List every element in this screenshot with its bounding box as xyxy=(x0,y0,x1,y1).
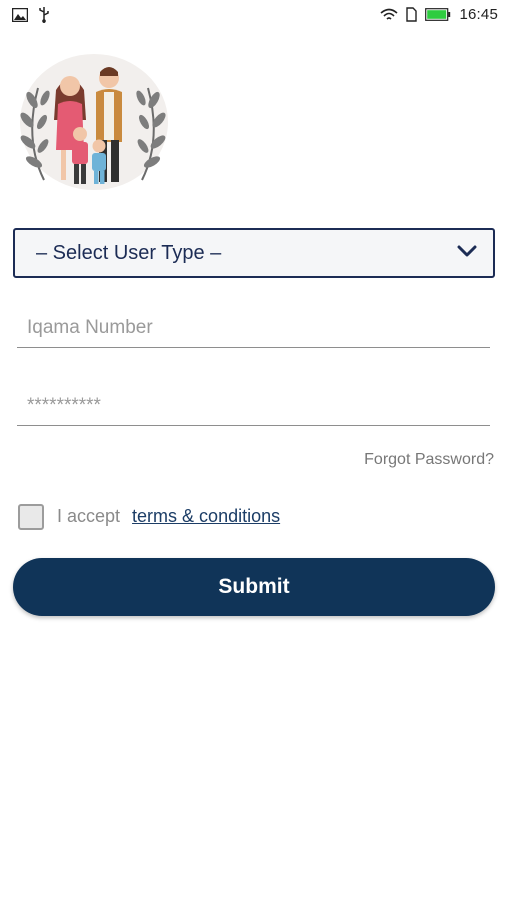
iqama-number-field-wrapper xyxy=(17,308,490,348)
terms-row: I accept terms & conditions xyxy=(18,503,280,530)
iqama-number-input[interactable] xyxy=(17,308,490,347)
status-right: 16:45 xyxy=(380,6,498,23)
submit-button[interactable]: Submit xyxy=(13,558,495,616)
sim-icon xyxy=(406,7,418,22)
family-illustration xyxy=(14,50,172,196)
status-left xyxy=(12,7,50,23)
status-time: 16:45 xyxy=(459,6,498,23)
password-input[interactable] xyxy=(17,386,490,425)
wifi-icon xyxy=(380,8,398,22)
terms-checkbox[interactable] xyxy=(18,503,44,530)
chevron-down-icon xyxy=(457,244,477,263)
image-icon xyxy=(12,8,28,22)
password-field-wrapper xyxy=(17,386,490,426)
accept-text: I accept xyxy=(57,506,121,526)
battery-icon xyxy=(425,8,451,21)
forgot-password-link[interactable]: Forgot Password? xyxy=(364,451,494,469)
terms-conditions-link[interactable]: terms & conditions xyxy=(132,506,280,527)
user-type-select[interactable]: – Select User Type – xyxy=(13,228,495,278)
status-bar: 16:45 xyxy=(0,0,506,32)
user-type-select-label: – Select User Type – xyxy=(36,241,222,264)
usb-icon xyxy=(38,7,50,23)
